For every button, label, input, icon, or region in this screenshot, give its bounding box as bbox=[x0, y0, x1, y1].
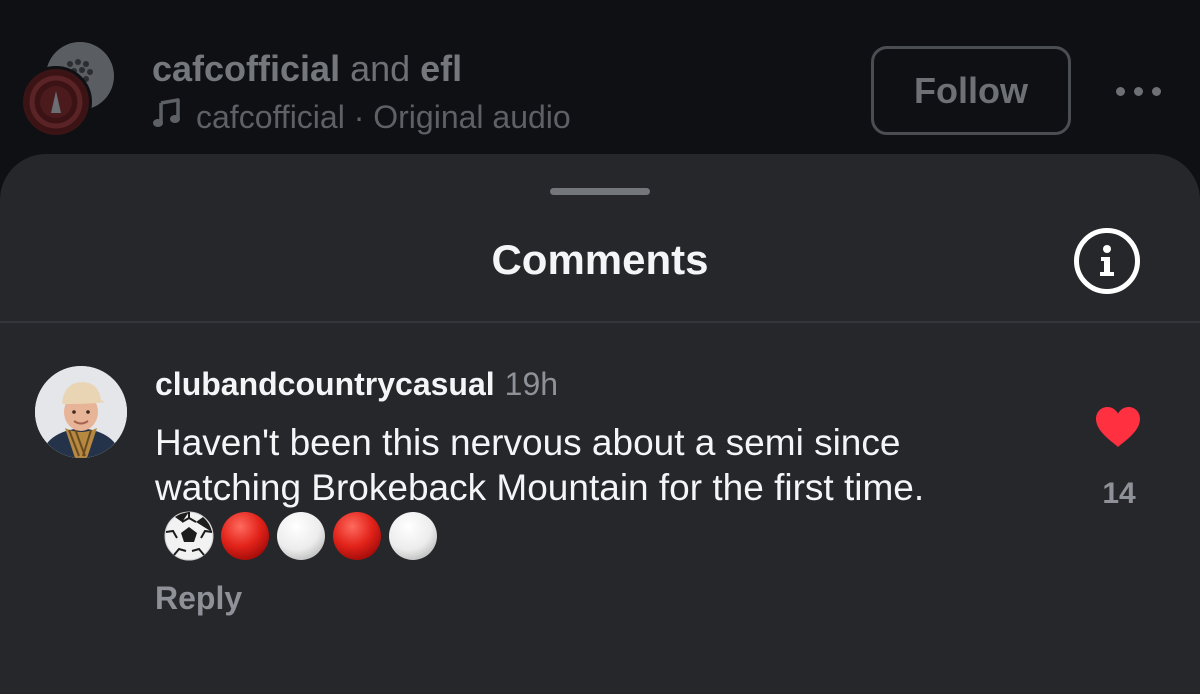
red-circle-icon bbox=[221, 512, 269, 560]
audio-label[interactable]: Original audio bbox=[373, 99, 570, 135]
follow-button[interactable]: Follow bbox=[871, 46, 1071, 135]
music-note-icon bbox=[152, 98, 182, 136]
audio-line[interactable]: cafcofficial · Original audio bbox=[152, 98, 571, 136]
post-header: cafcofficial and efl cafcofficial · Orig… bbox=[0, 0, 1200, 170]
white-circle-icon bbox=[389, 512, 437, 560]
sheet-grabber[interactable] bbox=[550, 188, 650, 195]
red-circle-icon bbox=[333, 512, 381, 560]
commenter-avatar[interactable] bbox=[35, 366, 127, 458]
like-count: 14 bbox=[1102, 477, 1136, 510]
sheet-divider bbox=[0, 321, 1200, 323]
title-and: and bbox=[340, 48, 421, 89]
audio-user[interactable]: cafcofficial bbox=[196, 99, 345, 135]
comment-emojis bbox=[163, 510, 439, 562]
heart-icon[interactable] bbox=[1094, 406, 1142, 453]
soccer-ball-icon bbox=[164, 511, 214, 561]
info-icon[interactable] bbox=[1074, 228, 1140, 294]
collab-avatars[interactable] bbox=[20, 42, 120, 142]
comment-timestamp: 19h bbox=[504, 366, 559, 402]
sheet-title: Comments bbox=[491, 236, 709, 283]
comment-body: Haven't been this nervous about a semi s… bbox=[155, 420, 1035, 564]
reply-button[interactable]: Reply bbox=[155, 580, 242, 617]
comment-header: clubandcountrycasual 19h bbox=[155, 366, 558, 403]
comments-sheet: Comments clubandcountrycasual 19h Haven't… bbox=[0, 154, 1200, 694]
title-user-2[interactable]: efl bbox=[420, 48, 462, 89]
comment-text: Haven't been this nervous about a semi s… bbox=[155, 422, 925, 508]
white-circle-icon bbox=[277, 512, 325, 560]
audio-separator: · bbox=[344, 98, 374, 135]
cafc-avatar[interactable] bbox=[20, 66, 92, 138]
title-user-1[interactable]: cafcofficial bbox=[152, 48, 340, 89]
more-options-icon[interactable] bbox=[1110, 76, 1166, 106]
post-title[interactable]: cafcofficial and efl bbox=[152, 48, 462, 90]
comment-username[interactable]: clubandcountrycasual bbox=[155, 366, 495, 402]
